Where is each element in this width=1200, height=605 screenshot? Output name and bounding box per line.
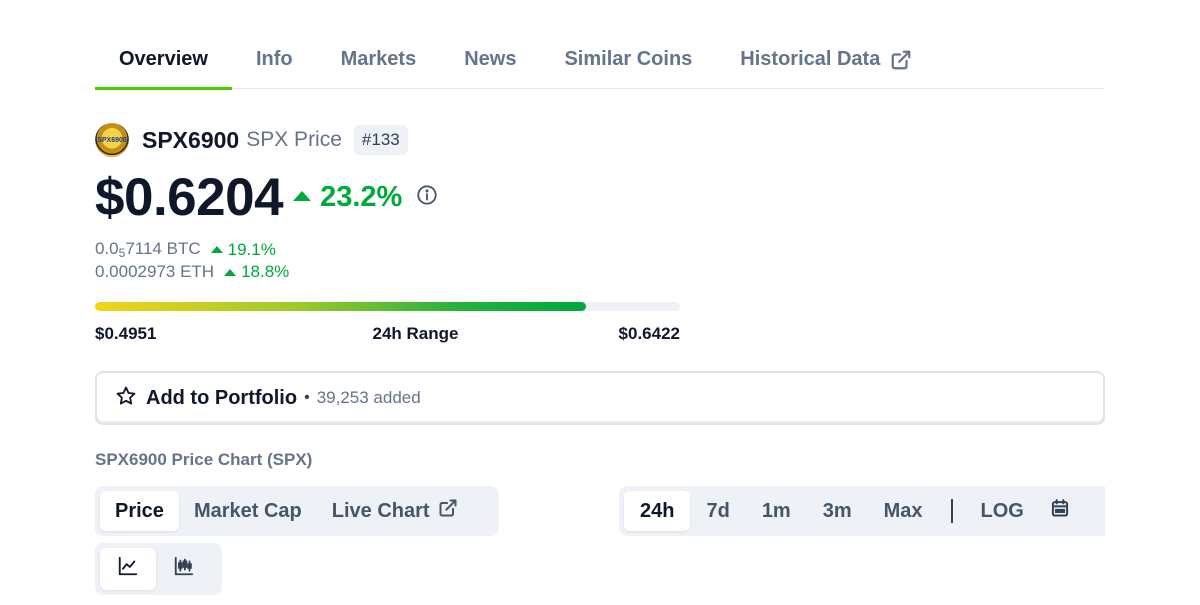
range-option-label: 24h bbox=[640, 499, 675, 522]
eth-change: 18.8% bbox=[224, 262, 289, 282]
coin-price: $0.6204 bbox=[95, 167, 284, 227]
time-range-selector: 24h 7d 1m 3m Max LOG bbox=[619, 486, 1105, 536]
toggle-label: Market Cap bbox=[193, 499, 302, 522]
chart-title: SPX6900 Price Chart (SPX) bbox=[95, 450, 313, 469]
line-chart-button[interactable] bbox=[100, 548, 156, 590]
price-row: $0.6204 23.2% bbox=[95, 166, 438, 228]
range-bar-fill bbox=[95, 302, 587, 311]
tab-historical-data[interactable]: Historical Data bbox=[716, 36, 936, 89]
btc-conversion: 0.057114 BTC 19.1% bbox=[95, 239, 276, 260]
market-cap-toggle[interactable]: Market Cap bbox=[179, 491, 317, 531]
rank-badge: #133 bbox=[353, 125, 408, 155]
tab-label: Historical Data bbox=[740, 48, 881, 70]
log-label: LOG bbox=[980, 499, 1024, 522]
range-labels: $0.4951 24h Range $0.6422 bbox=[95, 324, 680, 344]
coin-name: SPX6900 bbox=[142, 126, 240, 153]
chart-view-selector bbox=[95, 543, 222, 595]
candlestick-button[interactable] bbox=[156, 548, 212, 590]
range-3m[interactable]: 3m bbox=[807, 491, 868, 531]
divider bbox=[950, 499, 953, 523]
eth-change-value: 18.8% bbox=[241, 262, 290, 281]
btc-value-prefix: 0.0 bbox=[95, 239, 119, 258]
btc-value: 0.057114 BTC bbox=[95, 239, 201, 260]
portfolio-label: Add to Portfolio bbox=[146, 386, 298, 409]
range-label: 24h Range bbox=[372, 324, 459, 343]
coin-header: SPX6900 SPX6900 SPX Price #133 bbox=[95, 122, 408, 158]
range-max[interactable]: Max bbox=[868, 491, 939, 531]
btc-change-value: 19.1% bbox=[227, 239, 276, 259]
range-1m[interactable]: 1m bbox=[746, 491, 807, 531]
btc-value-suffix: 7114 BTC bbox=[125, 239, 201, 258]
chart-type-selector: Price Market Cap Live Chart bbox=[95, 486, 499, 536]
tab-markets[interactable]: Markets bbox=[317, 36, 441, 89]
caret-up-icon bbox=[210, 246, 223, 253]
tab-info[interactable]: Info bbox=[232, 36, 317, 89]
tab-label: Info bbox=[255, 48, 293, 70]
coin-logo: SPX6900 bbox=[95, 123, 129, 157]
price-change-value: 23.2% bbox=[320, 180, 403, 213]
tab-news[interactable]: News bbox=[440, 36, 540, 89]
tab-label: News bbox=[464, 48, 517, 70]
price-toggle[interactable]: Price bbox=[100, 491, 179, 531]
separator-dot: • bbox=[304, 389, 310, 406]
date-picker-button[interactable] bbox=[1040, 491, 1080, 531]
add-to-portfolio-button[interactable]: Add to Portfolio • 39,253 added bbox=[95, 371, 1105, 425]
range-option-label: 1m bbox=[761, 499, 791, 522]
coin-logo-text: SPX6900 bbox=[97, 136, 127, 144]
btc-change: 19.1% bbox=[210, 239, 276, 260]
line-chart-icon bbox=[117, 555, 139, 583]
range-option-label: 7d bbox=[706, 499, 730, 522]
range-24h[interactable]: 24h bbox=[624, 491, 691, 531]
caret-up-icon bbox=[293, 191, 312, 201]
toggle-label: Price bbox=[115, 499, 164, 522]
caret-up-icon bbox=[224, 268, 237, 276]
toggle-label: Live Chart bbox=[331, 499, 430, 522]
tab-label: Markets bbox=[340, 48, 417, 70]
calendar-icon bbox=[1050, 498, 1070, 524]
coin-symbol-label: SPX Price bbox=[246, 128, 342, 151]
log-scale-toggle[interactable]: LOG bbox=[965, 491, 1040, 531]
tab-label: Similar Coins bbox=[564, 48, 693, 70]
range-option-label: 3m bbox=[822, 499, 852, 522]
live-chart-link[interactable]: Live Chart bbox=[317, 491, 473, 531]
coin-tabs: Overview Info Markets News Similar Coins… bbox=[95, 36, 1105, 90]
tab-label: Overview bbox=[119, 48, 208, 70]
range-option-label: Max bbox=[883, 499, 923, 522]
range-7d[interactable]: 7d bbox=[690, 491, 745, 531]
external-link-icon bbox=[890, 49, 912, 77]
portfolio-count: 39,253 added bbox=[316, 388, 421, 407]
tab-similar-coins[interactable]: Similar Coins bbox=[540, 36, 716, 89]
candlestick-icon bbox=[173, 555, 195, 583]
external-link-icon bbox=[438, 498, 458, 524]
range-low: $0.4951 bbox=[95, 324, 157, 343]
price-change: 23.2% bbox=[293, 181, 402, 214]
star-icon bbox=[115, 385, 137, 412]
eth-conversion: 0.0002973 ETH 18.8% bbox=[95, 262, 289, 282]
range-high: $0.6422 bbox=[618, 324, 680, 343]
eth-value: 0.0002973 ETH bbox=[95, 262, 215, 281]
range-bar bbox=[95, 302, 680, 311]
info-icon[interactable] bbox=[416, 184, 438, 211]
tab-overview[interactable]: Overview bbox=[95, 36, 232, 90]
